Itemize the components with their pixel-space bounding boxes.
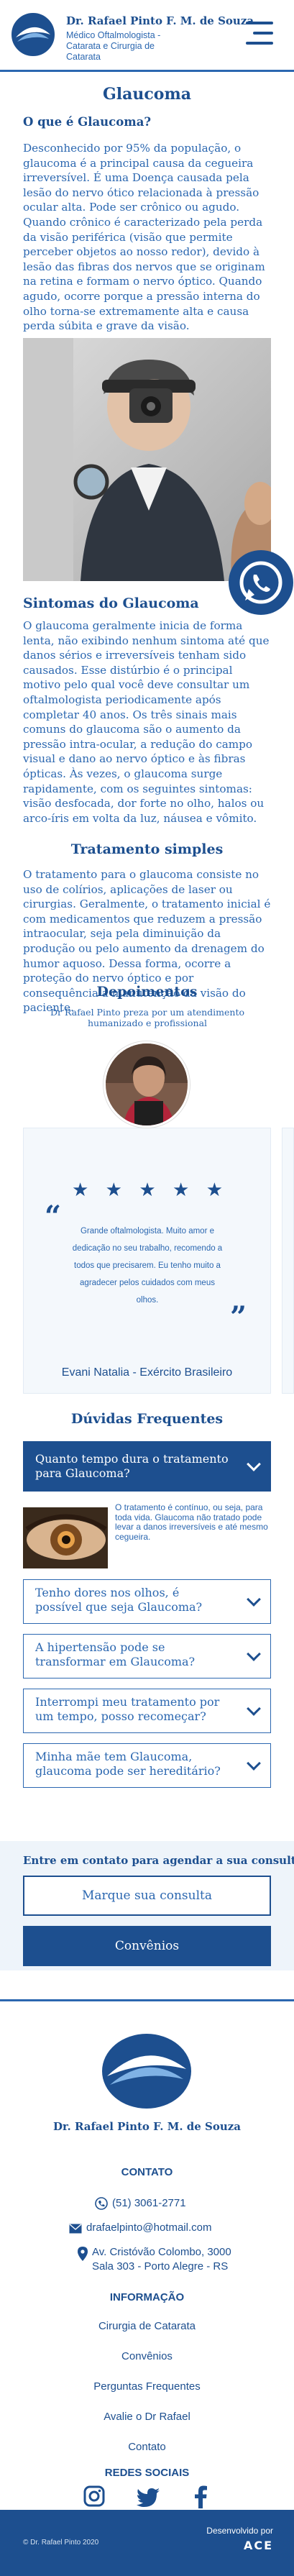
exam-photo [23,338,271,581]
chevron-down-icon [247,1457,261,1471]
social-heading: REDES SOCIAIS [104,2467,190,2479]
faq-question: A hipertensão pode se transformar em Gla… [35,1640,196,1668]
testimonial-author: Evani Natalia - Exército Brasileiro [61,1366,233,1379]
brand-name[interactable]: Dr. Rafael Pinto F. M. de Souza [66,14,254,27]
footer-phone[interactable]: (51) 3061-2771 [112,2196,186,2210]
faq-question: Minha mãe tem Glaucoma, glaucoma pode se… [35,1750,221,1778]
testimonials-subtitle: Dr Rafael Pinto preza por um atendimento… [50,1007,245,1028]
email-icon [69,2224,82,2234]
star-icon: ★ [173,1179,190,1201]
chevron-down-icon [247,1647,261,1661]
footer-address-line2: Sala 303 - Porto Alegre - RS [92,2260,229,2273]
faq-item[interactable]: Minha mãe tem Glaucoma, glaucoma pode se… [23,1743,271,1788]
chevron-down-icon [247,1702,261,1716]
chevron-down-icon [247,1756,261,1771]
faq-item[interactable]: Tenho dores nos olhos, é possível que se… [23,1579,271,1624]
logo-icon[interactable] [12,13,55,56]
faq-item[interactable]: Interrompi meu tratamento por um tempo, … [23,1689,271,1733]
faq-title: Dúvidas Frequentes [70,1411,224,1427]
symptoms-text: O glaucoma geralmente inicia de forma le… [23,619,270,825]
footer-link-cataract[interactable]: Cirurgia de Catarata [0,2320,294,2332]
brand-subtitle: Médico Oftalmologista - Catarata e Cirur… [66,30,161,62]
star-icon: ★ [105,1179,122,1201]
book-appointment-button[interactable]: Marque sua consulta [23,1876,271,1916]
location-icon [78,2247,88,2261]
whatsapp-button[interactable] [229,550,293,615]
footer-link-contact[interactable]: Contato [0,2441,294,2453]
footer-name: Dr. Rafael Pinto F. M. de Souza [52,2120,242,2133]
treatment-title: Tratamento simples [70,841,224,857]
footer-link-review[interactable]: Avalie o Dr Rafael [0,2411,294,2423]
faq-answer: O tratamento é contínuo, ou seja, para t… [115,1502,268,1542]
facebook-icon[interactable] [194,2485,207,2508]
footer-link-insurance[interactable]: Convênios [0,2350,294,2362]
page: Dr. Rafael Pinto F. M. de Souza Médico O… [0,0,294,2576]
symptoms-title: Sintomas do Glaucoma [23,595,199,611]
developer-logo[interactable]: ACE [194,2539,273,2552]
contact-heading: CONTATO [121,2166,173,2178]
avatar [104,1041,190,1128]
rating-stars: ★ ★ ★ ★ ★ [72,1179,223,1201]
developed-by-label: Desenvolvido por [206,2526,273,2536]
footer-divider [0,1999,294,2001]
star-icon: ★ [206,1179,223,1201]
faq-question: Tenho dores nos olhos, é possível que se… [35,1586,203,1614]
faq-item[interactable]: A hipertensão pode se transformar em Gla… [23,1634,271,1678]
menu-icon[interactable] [246,20,275,46]
star-icon: ★ [139,1179,156,1201]
testimonial-text: Grande oftalmologista. Muito amor e dedi… [72,1227,223,1305]
insurance-button[interactable]: Convênios [23,1926,271,1966]
chevron-down-icon [247,1592,261,1607]
twitter-icon[interactable] [137,2488,160,2507]
instagram-icon[interactable] [83,2485,105,2507]
page-title: Glaucoma [103,85,191,104]
copyright: © Dr. Rafael Pinto 2020 [23,2539,99,2547]
faq-question: Quanto tempo dura o tratamento para Glau… [35,1452,229,1480]
faq-question: Interrompi meu tratamento por um tempo, … [35,1695,220,1723]
phone-icon [95,2197,108,2210]
whatsapp-icon [239,561,282,604]
close-quote: ” [230,1300,247,1334]
contact-band-title: Entre em contato para agendar a sua cons… [23,1854,294,1867]
star-icon: ★ [72,1179,89,1201]
logo-icon [102,2034,191,2109]
eye-image [23,1507,108,1568]
footer-link-faq[interactable]: Perguntas Frequentes [0,2380,294,2393]
open-quote: “ [45,1200,62,1233]
testimonials-title: Depoimentos [96,984,198,1000]
glaucoma-text: Desconhecido por 95% da população, o gla… [23,142,265,333]
info-heading: INFORMAÇÃO [109,2291,185,2303]
footer-email[interactable]: drafaelpinto@hotmail.com [86,2221,211,2234]
site-header: Dr. Rafael Pinto F. M. de Souza Médico O… [0,0,294,72]
faq-item[interactable]: Quanto tempo dura o tratamento para Glau… [23,1441,271,1492]
footer-address-line1: Av. Cristóvão Colombo, 3000 [92,2246,231,2258]
next-testimonial-card[interactable] [282,1128,294,1394]
glaucoma-question: O que é Glaucoma? [23,115,152,129]
